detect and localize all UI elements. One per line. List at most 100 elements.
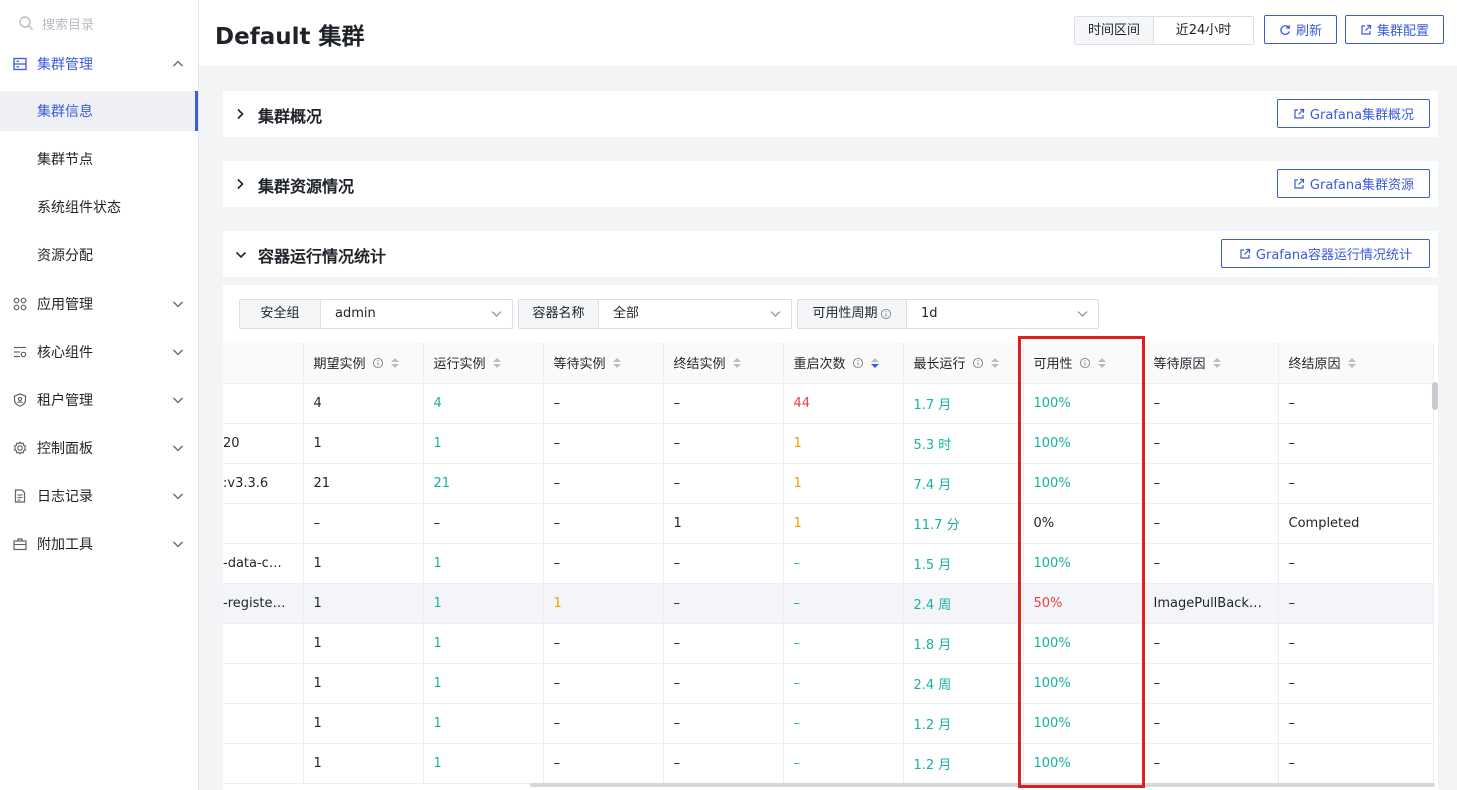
column-header-waiting[interactable]: 等待实例 bbox=[543, 343, 664, 384]
table-row[interactable]: 1 1– – –1.8 月 100% – – bbox=[223, 623, 1434, 664]
column-header-wait-reason[interactable]: 等待原因 bbox=[1143, 343, 1279, 384]
time-range-value[interactable]: 近24小时 bbox=[1154, 17, 1254, 44]
column-header-terminate-reason[interactable]: 终结原因 bbox=[1278, 343, 1434, 384]
grafana-resources-button[interactable]: Grafana集群资源 bbox=[1277, 169, 1430, 198]
section-title[interactable]: 容器运行情况统计 bbox=[258, 243, 386, 267]
column-header-restarts[interactable]: 重启次数 bbox=[783, 343, 904, 384]
cell-expected: 1 bbox=[303, 583, 424, 624]
cell-waiting: – bbox=[543, 503, 664, 544]
column-header-longest-run[interactable]: 最长运行 bbox=[903, 343, 1024, 384]
cell-availability: 100% bbox=[1023, 703, 1144, 744]
sidebar-group-tools[interactable]: 附加工具 bbox=[0, 520, 198, 568]
cell-longest-run: 1.2 月 bbox=[903, 703, 1024, 744]
table-body: 4 4– –44 1.7 月 100% – –20 1 1– –1 5.3 时 100% – –:v3.3… bbox=[223, 383, 1434, 784]
search-placeholder: 搜索目录 bbox=[42, 17, 95, 33]
cell-terminate-reason: – bbox=[1278, 623, 1434, 664]
column-header-label: 等待实例 bbox=[553, 357, 606, 373]
cell-running: – bbox=[423, 503, 544, 544]
sidebar-group-logs[interactable]: 日志记录 bbox=[0, 472, 198, 520]
chevron-right-icon[interactable] bbox=[235, 107, 245, 125]
table-row[interactable]: :v3.3.6 21 21– –1 7.4 月 100% – – bbox=[223, 463, 1434, 504]
container-name-select[interactable]: 全部 bbox=[599, 300, 791, 328]
sidebar-group-cluster[interactable]: 集群管理 bbox=[0, 40, 198, 88]
filter-label-text: 可用性周期 bbox=[812, 306, 878, 321]
sort-icon[interactable] bbox=[492, 357, 502, 369]
cell-wait-reason: – bbox=[1143, 623, 1279, 664]
section-title[interactable]: 集群概况 bbox=[258, 103, 322, 127]
cell-waiting: – bbox=[543, 663, 664, 704]
info-icon[interactable] bbox=[972, 357, 984, 369]
sidebar-group-control[interactable]: 控制面板 bbox=[0, 424, 198, 472]
cell-availability: 100% bbox=[1023, 383, 1144, 424]
grafana-overview-button[interactable]: Grafana集群概况 bbox=[1277, 99, 1430, 128]
time-range-selector[interactable]: 时间区间 近24小时 bbox=[1074, 16, 1255, 45]
column-header-expected[interactable]: 期望实例 bbox=[303, 343, 424, 384]
sidebar-group-apps[interactable]: 应用管理 bbox=[0, 280, 198, 328]
cell-availability: 100% bbox=[1023, 423, 1144, 464]
chevron-down-icon bbox=[172, 538, 184, 554]
info-icon[interactable] bbox=[880, 308, 892, 320]
sort-icon[interactable] bbox=[1097, 357, 1107, 369]
info-icon[interactable] bbox=[1079, 357, 1091, 369]
column-header-name bbox=[223, 343, 304, 384]
sort-icon[interactable] bbox=[612, 357, 622, 369]
info-icon[interactable] bbox=[372, 357, 384, 369]
cell-expected: 1 bbox=[303, 743, 424, 784]
section-title[interactable]: 集群资源情况 bbox=[258, 173, 354, 197]
cell-expected: 4 bbox=[303, 383, 424, 424]
sidebar-group-tenant[interactable]: 租户管理 bbox=[0, 376, 198, 424]
vertical-scrollbar[interactable] bbox=[1432, 382, 1438, 410]
chevron-down-icon bbox=[172, 346, 184, 362]
availability-period-filter[interactable]: 可用性周期 1d bbox=[797, 299, 1099, 329]
table-row[interactable]: – – –1 1 11.7 分 0% – Completed bbox=[223, 503, 1434, 544]
cell-waiting: – bbox=[543, 383, 664, 424]
chevron-right-icon[interactable] bbox=[235, 177, 245, 195]
grafana-container-stats-button[interactable]: Grafana容器运行情况统计 bbox=[1221, 239, 1430, 268]
cell-name bbox=[223, 623, 304, 664]
cell-longest-run: 1.7 月 bbox=[903, 383, 1024, 424]
availability-period-select[interactable]: 1d bbox=[907, 300, 1098, 328]
cell-terminate-reason: – bbox=[1278, 703, 1434, 744]
chevron-down-icon[interactable] bbox=[234, 248, 248, 264]
cell-terminated: – bbox=[663, 623, 784, 664]
cell-waiting: – bbox=[543, 463, 664, 504]
sidebar-item-cluster-info[interactable]: 集群信息 bbox=[0, 91, 198, 131]
cell-waiting: – bbox=[543, 703, 664, 744]
sort-icon[interactable] bbox=[1212, 357, 1222, 369]
container-name-filter[interactable]: 容器名称 全部 bbox=[518, 299, 792, 329]
refresh-button[interactable]: 刷新 bbox=[1264, 15, 1337, 44]
table-row[interactable]: 4 4– –44 1.7 月 100% – – bbox=[223, 383, 1434, 424]
table-row[interactable]: 1 1– – –1.2 月 100% – – bbox=[223, 743, 1434, 784]
column-header-running[interactable]: 运行实例 bbox=[423, 343, 544, 384]
sort-icon[interactable] bbox=[1347, 357, 1357, 369]
info-icon[interactable] bbox=[852, 357, 864, 369]
horizontal-scrollbar[interactable] bbox=[530, 783, 1435, 787]
filter-label: 容器名称 bbox=[519, 300, 599, 328]
shield-user-icon bbox=[12, 392, 28, 408]
cell-terminate-reason: – bbox=[1278, 583, 1434, 624]
sort-icon[interactable] bbox=[870, 357, 880, 369]
sort-icon[interactable] bbox=[990, 357, 1000, 369]
page-title: Default 集群 bbox=[215, 24, 365, 50]
table-row[interactable]: -data-c… 1 1– – –1.5 月 100% – – bbox=[223, 543, 1434, 584]
column-header-terminated[interactable]: 终结实例 bbox=[663, 343, 784, 384]
cluster-config-button[interactable]: 集群配置 bbox=[1345, 15, 1444, 44]
cell-longest-run: 1.8 月 bbox=[903, 623, 1024, 664]
security-group-filter[interactable]: 安全组 admin bbox=[239, 299, 513, 329]
sort-icon[interactable] bbox=[390, 357, 400, 369]
sort-icon[interactable] bbox=[732, 357, 742, 369]
search-input[interactable]: 搜索目录 bbox=[18, 12, 188, 34]
filter-label: 安全组 bbox=[240, 300, 321, 328]
sidebar-group-core[interactable]: 核心组件 bbox=[0, 328, 198, 376]
table-row[interactable]: 20 1 1– –1 5.3 时 100% – – bbox=[223, 423, 1434, 464]
column-header-availability[interactable]: 可用性 bbox=[1023, 343, 1144, 384]
cell-name bbox=[223, 743, 304, 784]
table-row[interactable]: 1 1– – –2.4 周 100% – – bbox=[223, 663, 1434, 704]
cell-terminated: – bbox=[663, 423, 784, 464]
table-row[interactable]: -registe… 1 1 1– –2.4 周 50% ImagePullBack… – bbox=[223, 583, 1434, 624]
security-group-select[interactable]: admin bbox=[321, 300, 512, 328]
table-row[interactable]: 1 1– – –1.2 月 100% – – bbox=[223, 703, 1434, 744]
sidebar-item-cluster-nodes[interactable]: 集群节点 bbox=[0, 139, 198, 179]
sidebar-item-system-components[interactable]: 系统组件状态 bbox=[0, 187, 198, 227]
sidebar-item-resource-allocation[interactable]: 资源分配 bbox=[0, 235, 198, 275]
